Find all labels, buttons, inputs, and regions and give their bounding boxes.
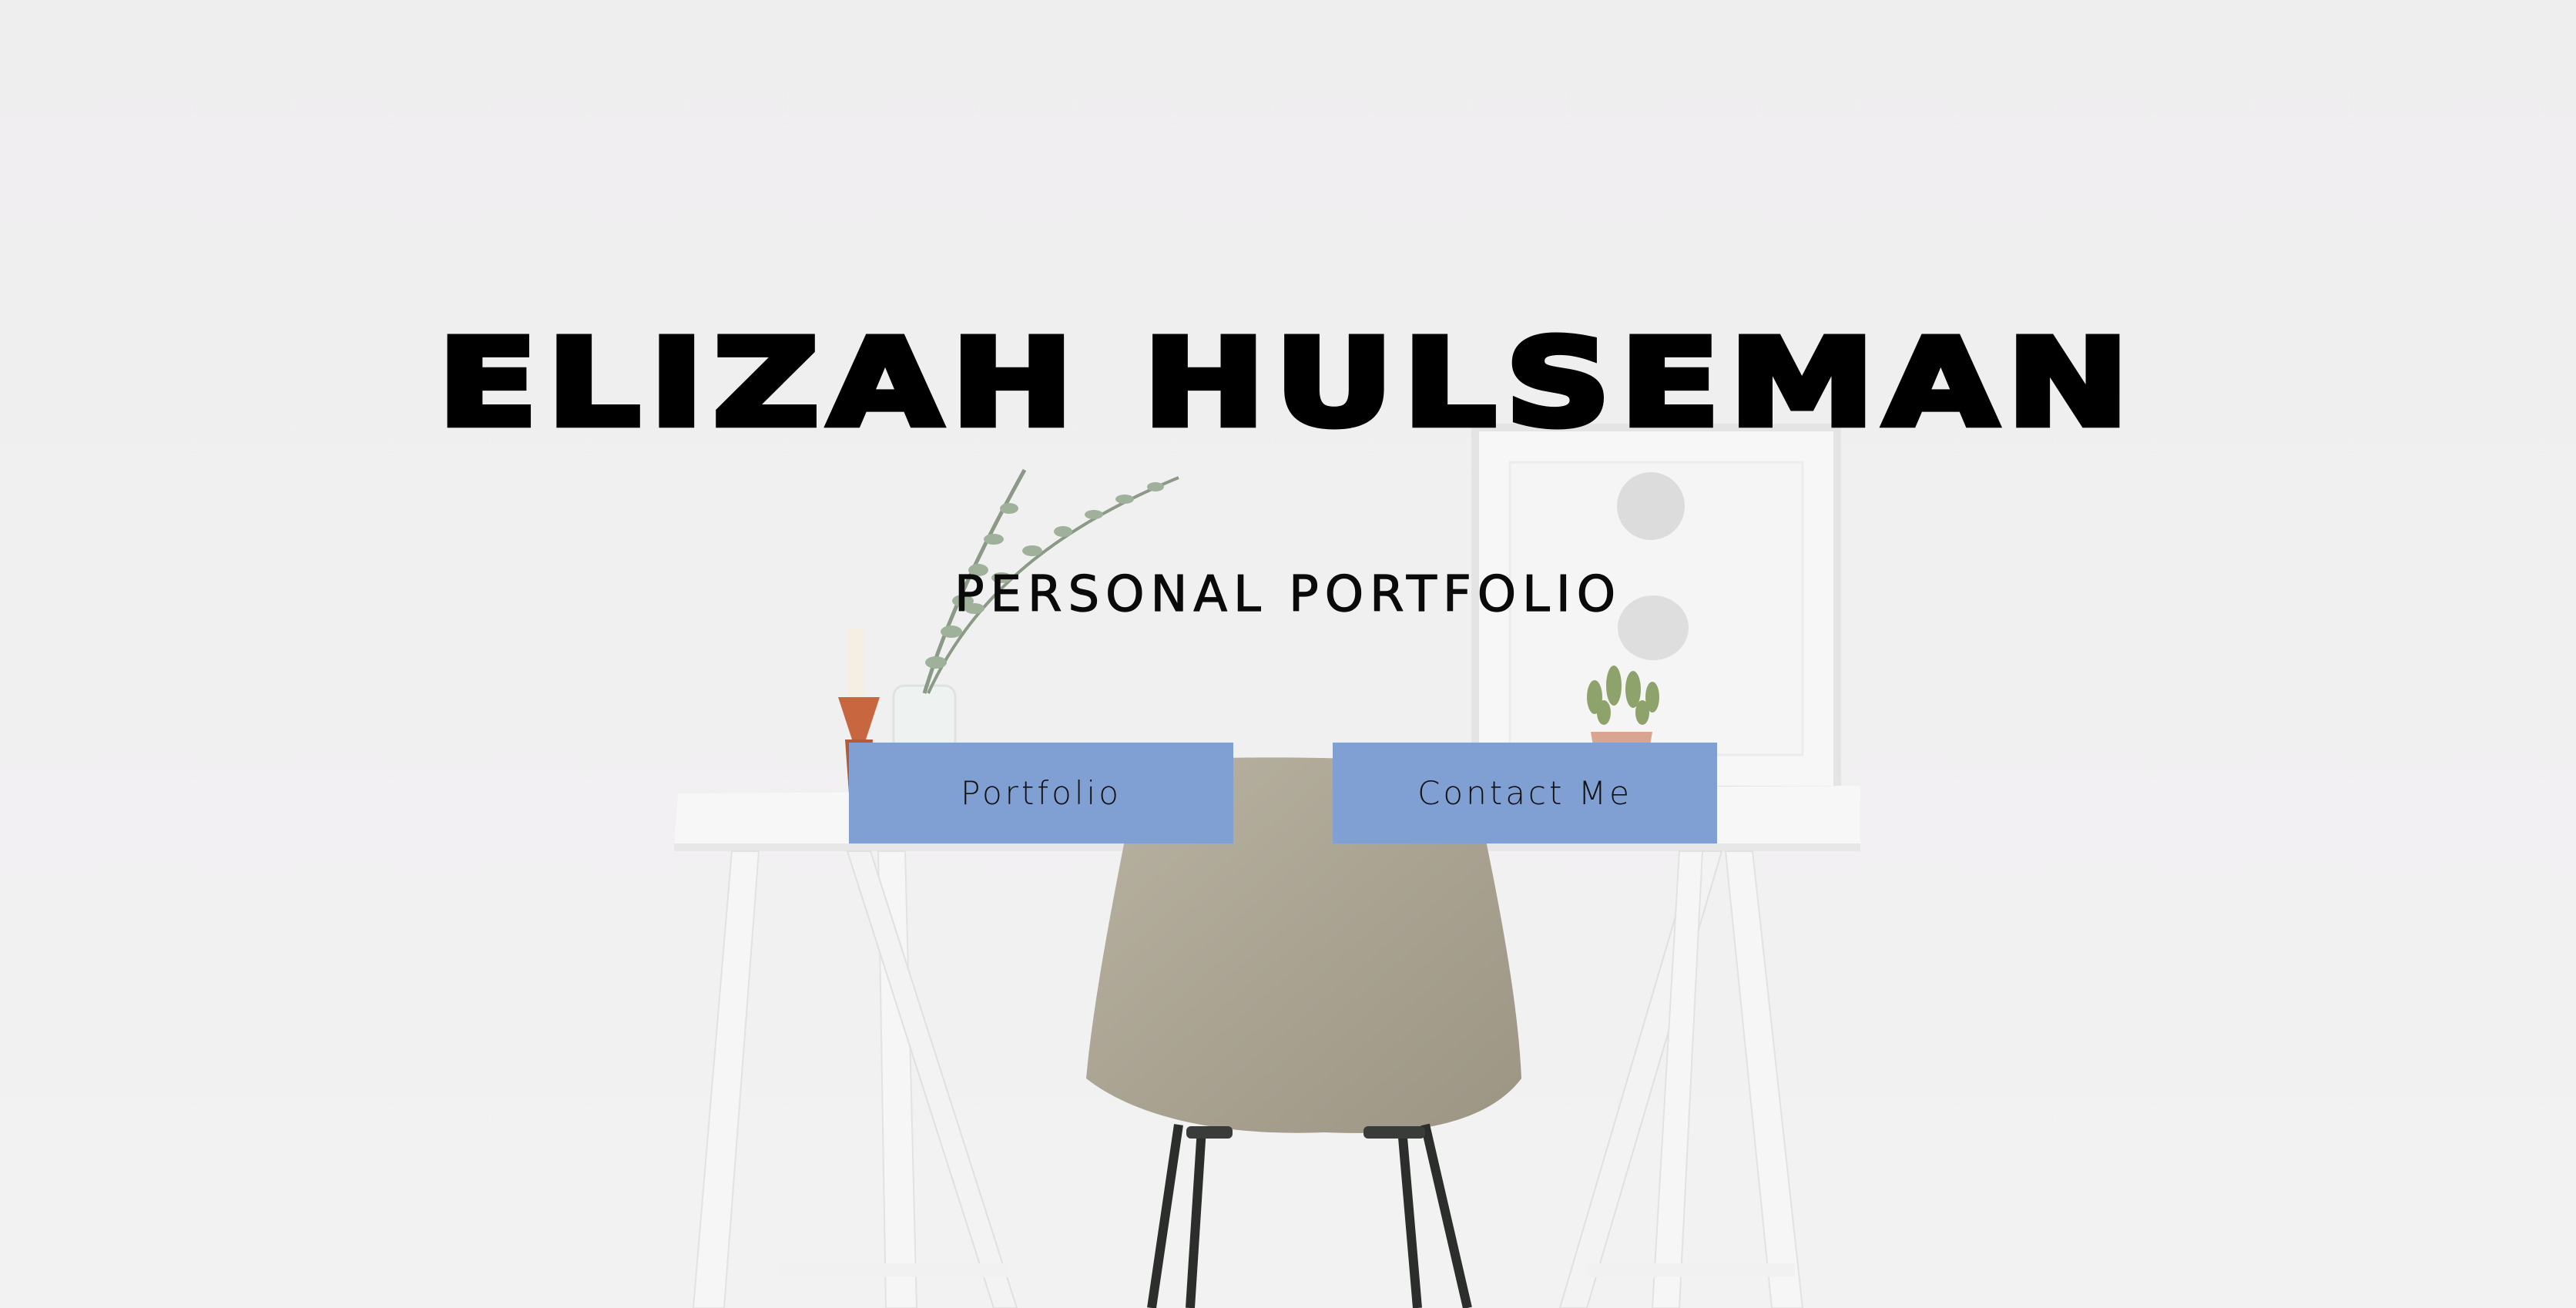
hero-section: ELIZAH HULSEMAN PERSONAL PORTFOLIO Portf… xyxy=(0,0,2576,1308)
portfolio-button[interactable]: Portfolio xyxy=(849,743,1233,843)
page-title: ELIZAH HULSEMAN xyxy=(434,313,2138,454)
page-subtitle: PERSONAL PORTFOLIO xyxy=(954,566,1622,623)
contact-me-button[interactable]: Contact Me xyxy=(1333,743,1717,843)
background-image xyxy=(0,0,2576,1308)
